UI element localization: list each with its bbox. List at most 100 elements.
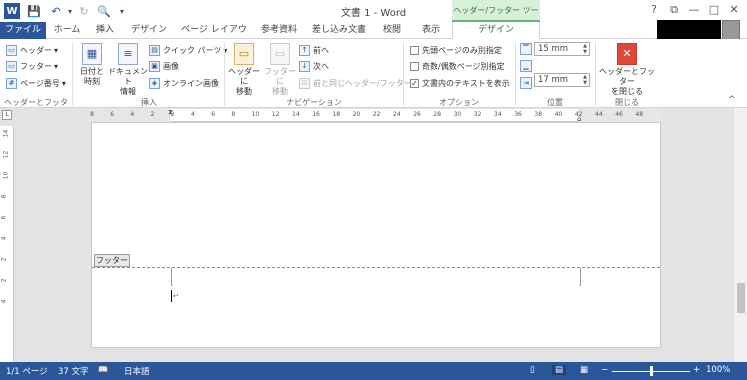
- ruler-tick: 38: [534, 111, 543, 118]
- goto-footer-button[interactable]: ▭ フッターに 移動: [263, 43, 297, 97]
- goto-header-button[interactable]: ▭ ヘッダーに 移動: [227, 43, 261, 97]
- group-divider: [224, 42, 225, 106]
- vertical-scrollbar[interactable]: [733, 108, 747, 362]
- window-title: 文書 1 - Word: [340, 8, 407, 19]
- online-picture-button[interactable]: ◈ オンライン画像: [149, 76, 219, 90]
- ruler-tick: 22: [372, 111, 381, 118]
- insert-alignment-tab-button[interactable]: ⇥: [520, 77, 532, 89]
- header-button[interactable]: ▭ ヘッダー ▾: [6, 43, 58, 57]
- ruler-tick: 12: [271, 111, 280, 118]
- footer-tag: フッター: [94, 254, 130, 267]
- page-count[interactable]: 1/1 ページ: [6, 365, 48, 377]
- ruler-tick: 6: [211, 111, 216, 118]
- indent-marker-icon[interactable]: ⧗: [168, 108, 173, 117]
- proofing-icon[interactable]: 📖: [98, 365, 108, 374]
- horizontal-ruler[interactable]: 8 6 4 2 2 4 6 8 10 12 14 16 18 20 22 24 26 28 30 32 34 36 38 40…: [88, 109, 662, 122]
- previous-button[interactable]: ↑ 前へ: [299, 43, 329, 57]
- quick-parts-button[interactable]: ▤ クイック パーツ ▾: [149, 43, 227, 57]
- tab-selector-icon[interactable]: L: [2, 110, 12, 120]
- maximize-button[interactable]: □: [703, 2, 725, 18]
- quick-parts-icon: ▤: [149, 44, 160, 56]
- next-icon: ↓: [299, 60, 310, 72]
- print-layout-icon[interactable]: ▤: [552, 365, 567, 375]
- ruler-tick: 34: [494, 111, 502, 118]
- ruler-tick: 14: [292, 111, 300, 118]
- group-label-close: 閉じる: [615, 98, 639, 107]
- tab-references[interactable]: 参考資料: [256, 22, 302, 39]
- link-icon: ⊡: [299, 77, 310, 89]
- document-page[interactable]: [91, 122, 661, 348]
- zoom-out-button[interactable]: −: [601, 365, 608, 375]
- tab-file[interactable]: ファイル: [0, 22, 46, 39]
- word-count[interactable]: 37 文字: [58, 365, 89, 377]
- ruler-tick: 6: [0, 215, 8, 220]
- read-mode-icon[interactable]: ▯: [530, 365, 535, 375]
- header-icon: ▭: [6, 44, 17, 56]
- close-header-footer-button[interactable]: ✕ ヘッダーとフッター を閉じる: [597, 43, 657, 97]
- tab-page-layout[interactable]: ページ レイアウト: [178, 22, 250, 52]
- footer-button[interactable]: ▭ フッター ▾: [6, 59, 58, 73]
- ruler-tick: 36: [514, 111, 522, 118]
- tab-insert[interactable]: 挿入: [90, 22, 120, 39]
- zoom-level[interactable]: 100%: [706, 365, 730, 375]
- minimize-button[interactable]: —: [683, 2, 705, 18]
- date-time-button[interactable]: ▦ 日付と 時刻: [77, 43, 107, 87]
- calendar-icon: ▦: [82, 43, 102, 65]
- ruler-tick: 6: [110, 111, 115, 118]
- collapse-ribbon-icon[interactable]: ^: [728, 95, 736, 105]
- zoom-in-button[interactable]: +: [693, 365, 700, 375]
- goto-header-icon: ▭: [234, 43, 254, 65]
- ruler-tick: 10: [251, 111, 260, 118]
- header-position-icon: ▔: [520, 43, 532, 55]
- footer-icon: ▭: [6, 60, 17, 72]
- document-info-button[interactable]: ≡ ドキュメント 情報: [108, 43, 148, 97]
- link-to-previous-button[interactable]: ⊡ 前と同じヘッダー/フッター: [299, 76, 412, 90]
- tab-mailings[interactable]: 差し込み文書: [310, 22, 368, 39]
- ruler-tick: 18: [332, 111, 341, 118]
- user-name-area[interactable]: [657, 20, 721, 40]
- online-picture-icon: ◈: [149, 77, 160, 89]
- first-page-different-checkbox[interactable]: 先頭ページのみ別指定: [410, 43, 502, 57]
- tab-view[interactable]: 表示: [416, 22, 446, 39]
- group-divider: [72, 42, 73, 106]
- tab-review[interactable]: 校閲: [376, 22, 408, 39]
- tab-hf-design[interactable]: デザイン: [452, 22, 540, 40]
- vertical-ruler[interactable]: 14 12 10 8 6 4 2 2 4: [0, 126, 14, 362]
- goto-footer-icon: ▭: [270, 43, 290, 65]
- group-label-navigation: ナビゲーション: [286, 98, 342, 107]
- context-tab-header: ヘッダー/フッター ツール: [452, 0, 540, 37]
- footer-boundary: [92, 267, 660, 268]
- ribbon-display-button[interactable]: ⧉: [663, 2, 685, 18]
- picture-button[interactable]: ▣ 画像: [149, 59, 179, 73]
- web-layout-icon[interactable]: ▦: [580, 365, 588, 375]
- header-position-input[interactable]: 15 mm ▲ ▼: [534, 42, 590, 56]
- ruler-tick: 24: [393, 111, 401, 118]
- help-button[interactable]: ?: [643, 2, 665, 18]
- odd-even-different-checkbox[interactable]: 奇数/偶数ページ別指定: [410, 59, 505, 73]
- ruler-tick: 12: [2, 150, 10, 159]
- group-label-insert: 挿入: [141, 98, 157, 107]
- ruler-tick: 44: [595, 111, 603, 118]
- show-document-text-checkbox[interactable]: ✓ 文書内のテキストを表示: [410, 76, 510, 90]
- scrollbar-thumb[interactable]: [737, 283, 745, 313]
- close-icon: ✕: [617, 43, 637, 65]
- footer-position-input[interactable]: 17 mm ▲ ▼: [534, 73, 590, 87]
- page-number-button[interactable]: # ページ番号 ▾: [6, 76, 66, 90]
- zoom-slider-thumb[interactable]: [650, 366, 653, 376]
- avatar[interactable]: [722, 20, 740, 40]
- paragraph-mark-icon: ↵: [173, 292, 179, 300]
- next-button[interactable]: ↓ 次へ: [299, 59, 329, 73]
- ruler-tick: 4: [0, 299, 8, 304]
- tab-design[interactable]: デザイン: [128, 22, 170, 39]
- status-bar: 1/1 ページ 37 文字 📖 日本語 ▯ ▤ ▦ − + 100%: [0, 362, 747, 380]
- ruler-tick: 2: [150, 111, 155, 118]
- spinner-arrows-icon[interactable]: ▲ ▼: [583, 43, 587, 55]
- language-indicator[interactable]: 日本語: [124, 365, 150, 377]
- spinner-arrows-icon[interactable]: ▲ ▼: [583, 74, 587, 86]
- ruler-tick: 4: [0, 236, 8, 241]
- ruler-tick: 14: [2, 129, 10, 138]
- tab-home[interactable]: ホーム: [50, 22, 84, 39]
- close-window-button[interactable]: ✕: [723, 2, 745, 18]
- margin-corner-right: [580, 268, 581, 286]
- ruler-tick: 48: [635, 111, 644, 118]
